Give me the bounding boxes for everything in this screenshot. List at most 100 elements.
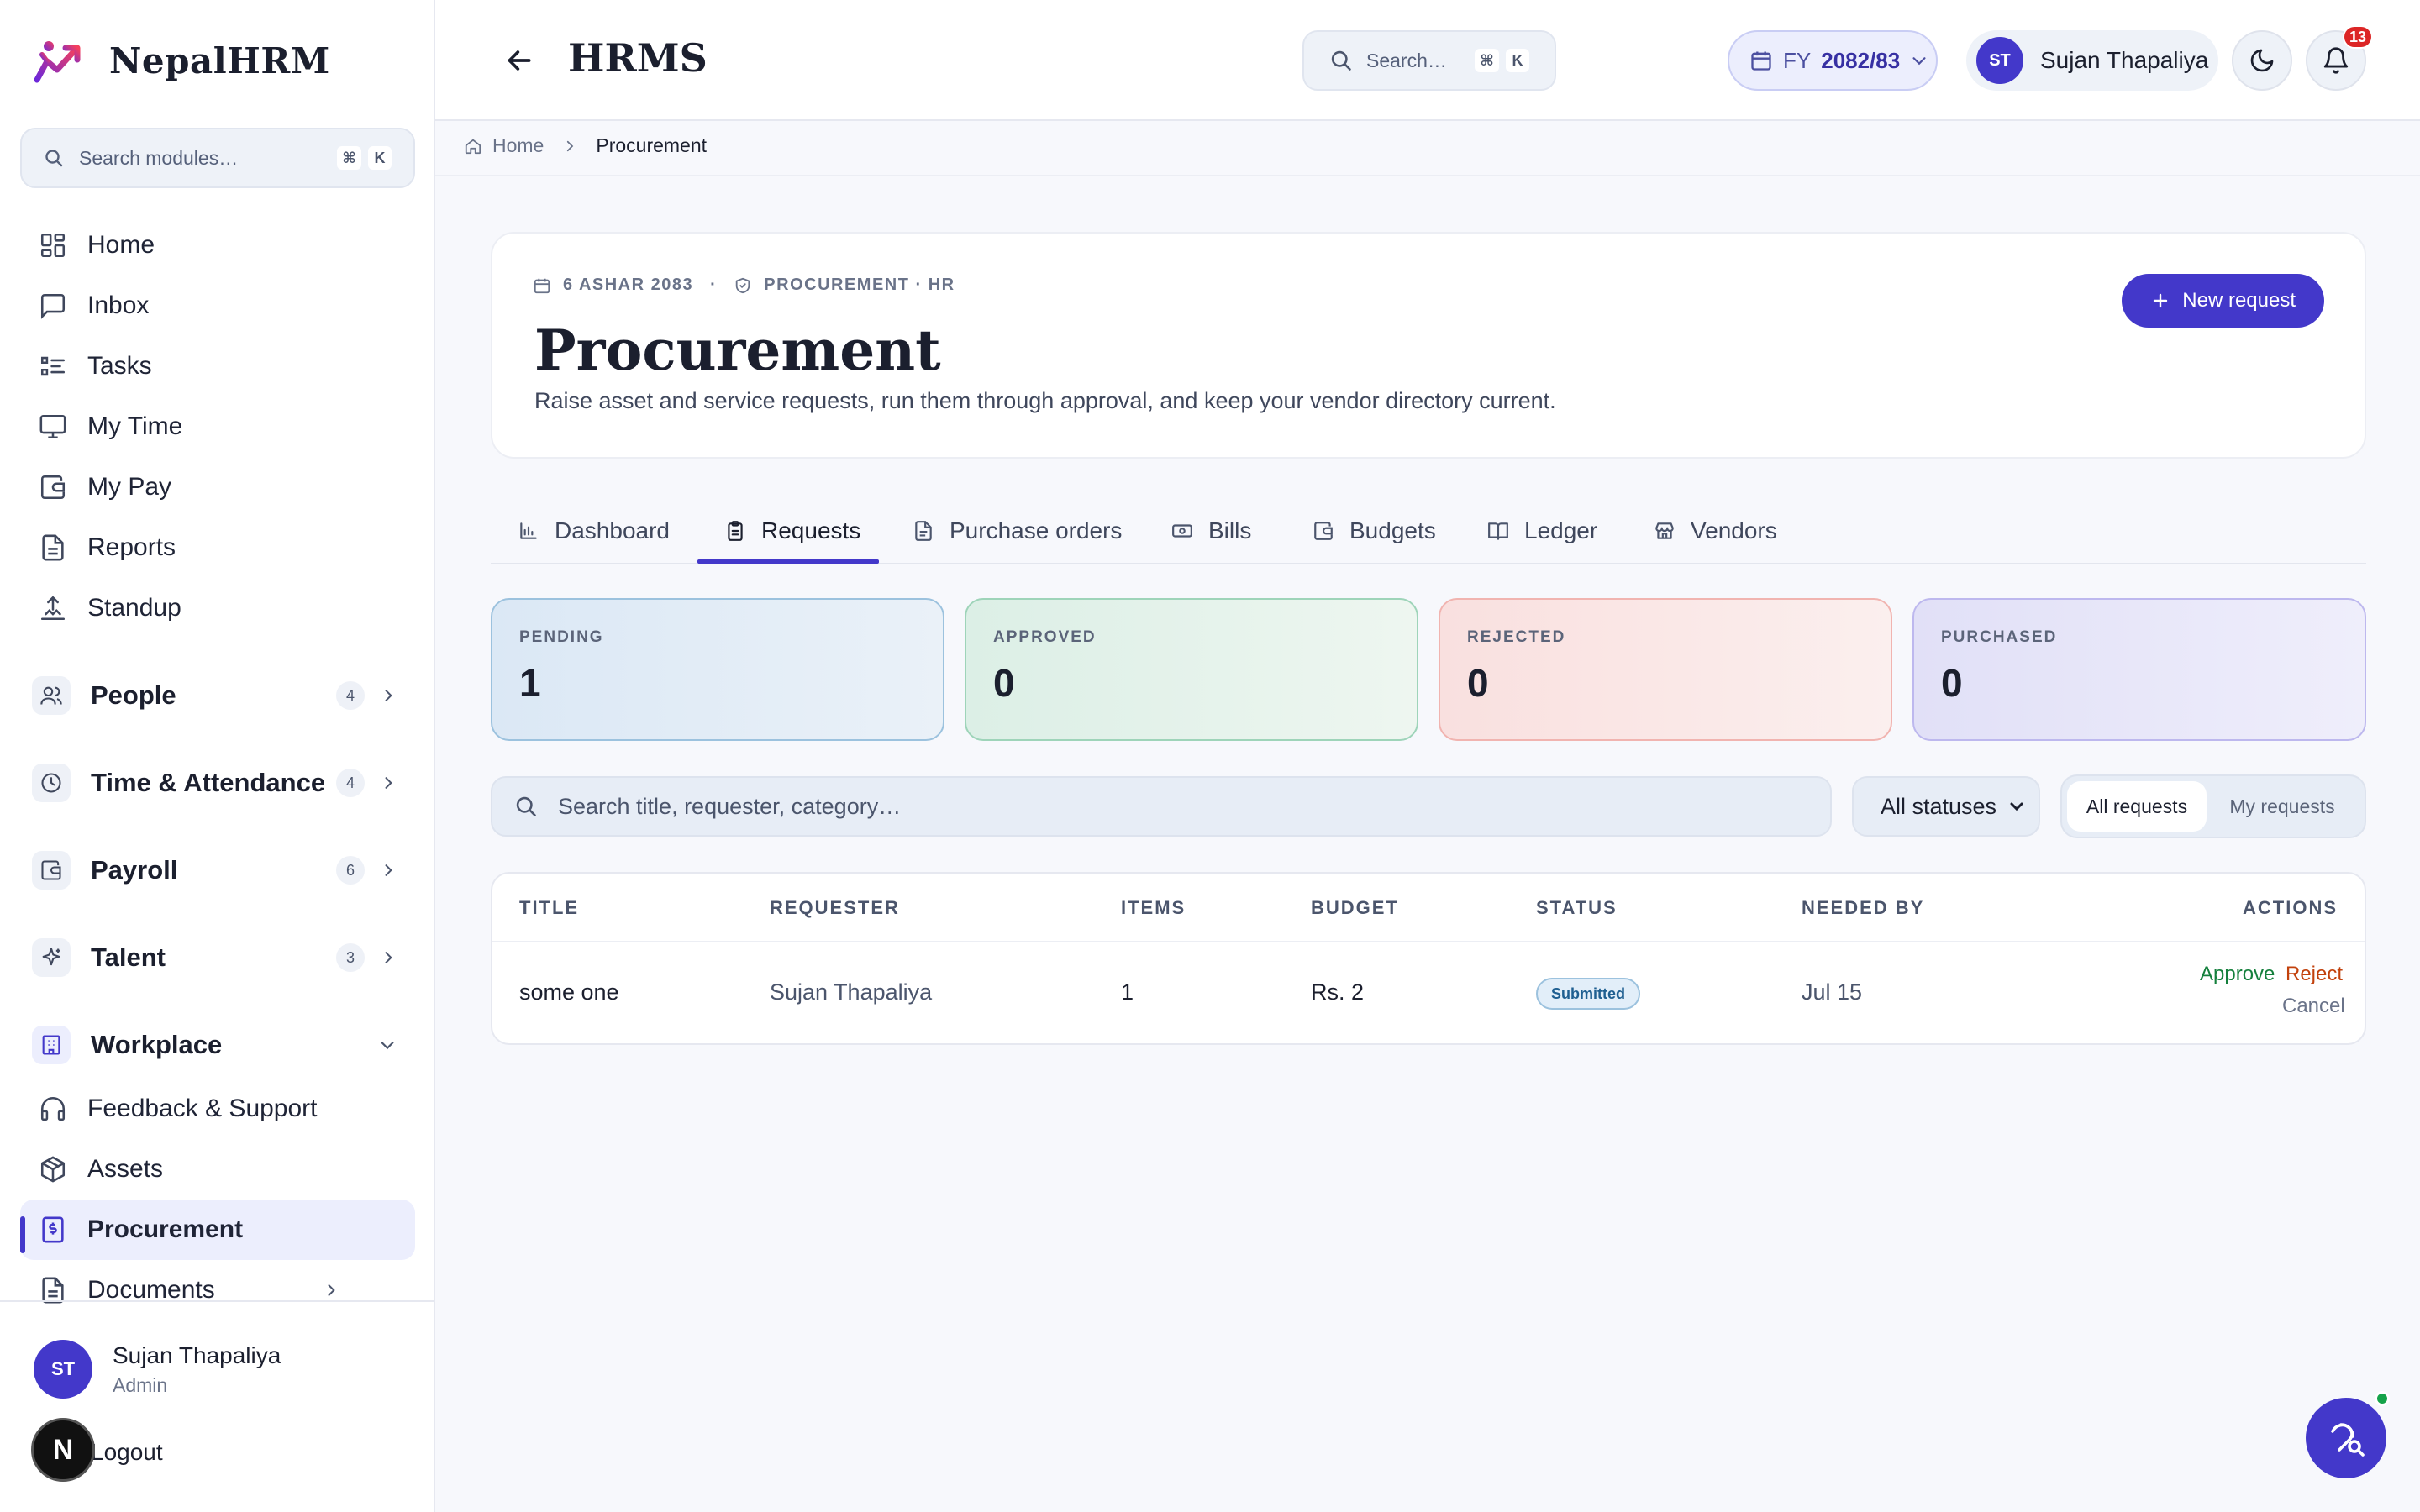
tab-bills[interactable]: Bills — [1171, 497, 1251, 564]
status-filter-select[interactable]: All statuses — [1852, 776, 2040, 837]
online-status-dot — [2375, 1391, 2390, 1406]
shortcut-key-k: K — [1506, 49, 1529, 72]
search-icon — [44, 148, 64, 168]
file-icon — [913, 520, 934, 542]
sidebar-group-people[interactable]: People 4 — [20, 662, 415, 729]
column-header: BUDGET — [1311, 897, 1399, 918]
stat-card-approved: APPROVED 0 — [965, 598, 1418, 741]
notifications-button[interactable]: 13 — [2306, 25, 2373, 91]
column-header: ITEMS — [1121, 897, 1186, 918]
assistant-button[interactable] — [2306, 1398, 2386, 1478]
global-search-input[interactable]: Search… ⌘ K — [1302, 30, 1556, 91]
shield-check-icon — [734, 276, 752, 295]
sidebar-group-workplace[interactable]: Workplace — [20, 1011, 415, 1079]
global-search-placeholder: Search… — [1366, 49, 1447, 71]
count-badge: 4 — [336, 681, 365, 710]
sidebar-item-label: My Time — [87, 412, 183, 440]
approve-button[interactable]: Approve — [2200, 963, 2275, 986]
sidebar-item-standup[interactable]: Standup — [20, 580, 415, 637]
cell-requester: Sujan Thapaliya — [770, 979, 933, 1005]
breadcrumb: Home Procurement — [435, 121, 2420, 176]
page-title: Procurement — [534, 318, 941, 383]
package-icon — [39, 1155, 67, 1184]
breadcrumb-current: Procurement — [596, 134, 708, 156]
headphones-icon — [39, 1095, 67, 1123]
cell-budget: Rs. 2 — [1311, 979, 1365, 1005]
active-tab-indicator — [697, 559, 879, 564]
request-search-input[interactable]: Search title, requester, category… — [491, 776, 1832, 837]
tab-requests[interactable]: Requests — [724, 497, 860, 564]
page-scope: PROCUREMENT · HR — [764, 276, 955, 294]
sidebar-item-label: Feedback & Support — [87, 1095, 318, 1122]
chevron-right-icon — [380, 687, 397, 704]
page-meta: 6 ASHAR 2083 · PROCUREMENT · HR — [533, 276, 955, 295]
plus-icon — [2150, 291, 2170, 311]
user-menu[interactable]: ST Sujan Thapaliya — [1966, 30, 2218, 91]
bell-icon — [2322, 46, 2350, 75]
module-search-input[interactable]: Search modules… ⌘ K — [20, 128, 415, 188]
column-header: ACTIONS — [2243, 897, 2338, 918]
sidebar-item-home[interactable]: Home — [20, 217, 415, 274]
sidebar-group-time-attendance[interactable]: Time & Attendance 4 — [20, 749, 415, 816]
topbar: HRMS Search… ⌘ K FY 2082/83 ST Sujan Tha… — [435, 0, 2420, 121]
my-requests-option[interactable]: My requests — [2207, 781, 2358, 832]
user-name: Sujan Thapaliya — [113, 1341, 281, 1368]
sidebar-item-my-time[interactable]: My Time — [20, 398, 415, 455]
users-icon — [32, 676, 71, 715]
sidebar-item-reports[interactable]: Reports — [20, 519, 415, 576]
tab-label: Purchase orders — [950, 517, 1123, 543]
sidebar-item-label: Tasks — [87, 352, 152, 380]
stat-card-purchased: PURCHASED 0 — [1912, 598, 2366, 741]
sidebar-item-label: Reports — [87, 533, 176, 561]
stat-label: APPROVED — [993, 628, 1097, 646]
sidebar-item-tasks[interactable]: Tasks — [20, 338, 415, 395]
brand[interactable]: NepalHRM — [34, 37, 330, 84]
tab-dashboard[interactable]: Dashboard — [518, 497, 670, 564]
tab-vendors[interactable]: Vendors — [1654, 497, 1777, 564]
assistant-icon — [2326, 1418, 2366, 1458]
file-text-icon — [39, 533, 67, 562]
sidebar-item-label: Assets — [87, 1155, 164, 1183]
logout-button[interactable]: Logout — [91, 1439, 163, 1466]
meta-separator: · — [710, 276, 718, 294]
fiscal-year-select[interactable]: FY 2082/83 — [1728, 30, 1938, 91]
stat-card-rejected: REJECTED 0 — [1439, 598, 1892, 741]
sidebar-item-feedback-support[interactable]: Feedback & Support — [20, 1080, 415, 1137]
request-scope-toggle: All requests My requests — [2060, 774, 2366, 838]
module-search-placeholder: Search modules… — [79, 146, 239, 169]
sidebar-group-talent[interactable]: Talent 3 — [20, 924, 415, 991]
reject-button[interactable]: Reject — [2286, 963, 2343, 986]
back-arrow-icon[interactable] — [502, 44, 536, 77]
column-header: REQUESTER — [770, 897, 900, 918]
all-requests-option[interactable]: All requests — [2067, 781, 2207, 832]
sidebar-item-assets[interactable]: Assets — [20, 1141, 415, 1198]
tab-label: Vendors — [1691, 517, 1777, 543]
list-checks-icon — [39, 352, 67, 381]
cancel-button[interactable]: Cancel — [2282, 995, 2345, 1018]
dev-tools-badge[interactable]: N — [31, 1418, 95, 1482]
banknote-icon — [1171, 520, 1193, 542]
sparkles-icon — [32, 938, 71, 977]
tab-purchase-orders[interactable]: Purchase orders — [913, 497, 1122, 564]
monitor-icon — [39, 412, 67, 441]
sidebar-item-label: Procurement — [87, 1215, 244, 1243]
column-header: STATUS — [1536, 897, 1618, 918]
current-user[interactable]: ST Sujan Thapaliya Admin — [34, 1340, 281, 1399]
new-request-button[interactable]: New request — [2122, 274, 2324, 328]
logo-icon — [34, 38, 87, 83]
sidebar-item-inbox[interactable]: Inbox — [20, 277, 415, 334]
tab-budgets[interactable]: Budgets — [1313, 497, 1436, 564]
theme-toggle-button[interactable] — [2232, 30, 2292, 91]
sidebar-item-my-pay[interactable]: My Pay — [20, 459, 415, 516]
sidebar-item-procurement[interactable]: Procurement — [20, 1200, 415, 1260]
tab-ledger[interactable]: Ledger — [1487, 497, 1597, 564]
new-request-label: New request — [2182, 289, 2296, 312]
sidebar-group-payroll[interactable]: Payroll 6 — [20, 837, 415, 904]
calendar-icon — [533, 276, 551, 295]
breadcrumb-home-link[interactable]: Home — [492, 134, 544, 157]
column-header: TITLE — [519, 897, 580, 918]
app-title: HRMS — [568, 35, 708, 81]
clock-icon — [32, 764, 71, 802]
fiscal-year-value: 2082/83 — [1821, 47, 1901, 73]
sidebar: NepalHRM Search modules… ⌘ K Home Inbox … — [0, 0, 435, 1512]
